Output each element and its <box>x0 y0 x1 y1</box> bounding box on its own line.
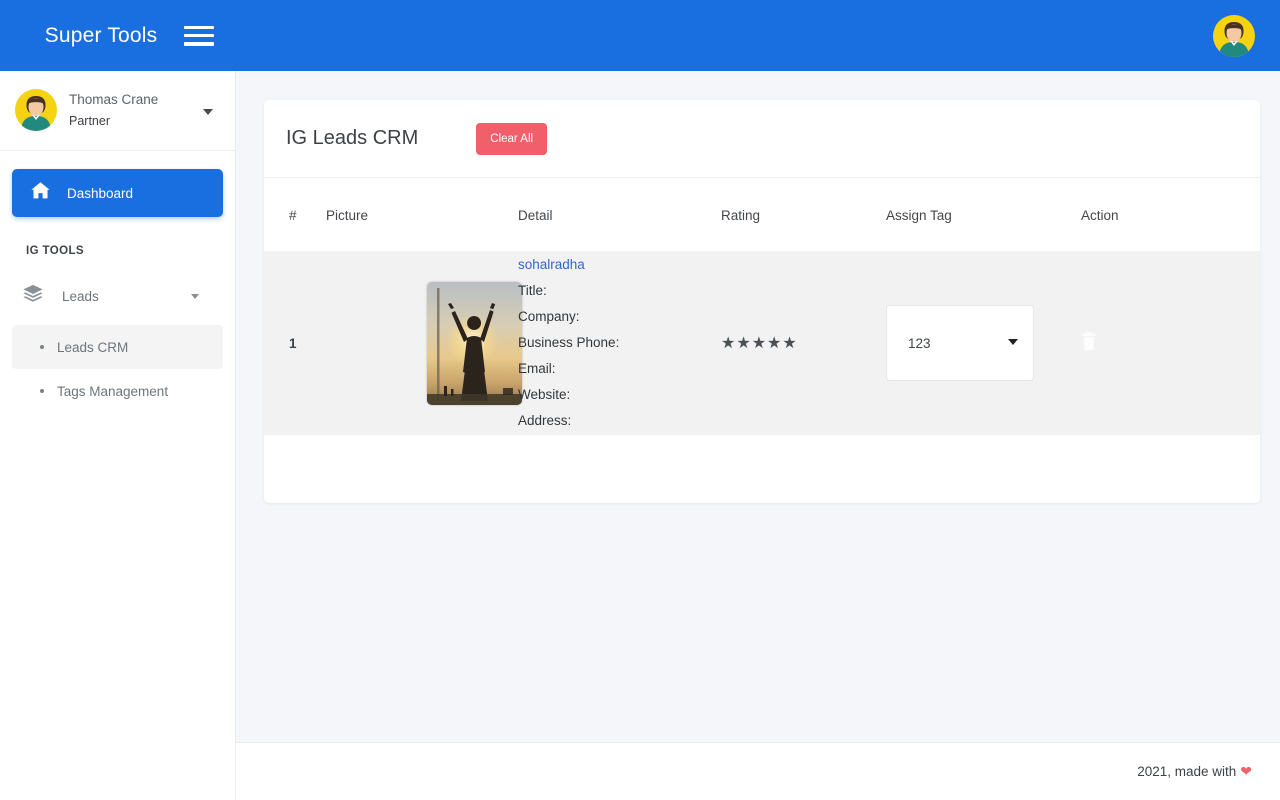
column-header-action: Action <box>1081 208 1119 223</box>
sidebar-subitem-label: Tags Management <box>57 383 169 399</box>
sidebar-group-label: Leads <box>62 288 99 304</box>
sidebar-item-leads-crm[interactable]: Leads CRM <box>12 325 223 369</box>
footer-text: 2021, made with <box>1137 764 1237 779</box>
chevron-down-icon[interactable] <box>191 294 199 299</box>
leads-table: # Picture Detail Rating Assign Tag Actio… <box>264 178 1260 435</box>
lead-thumbnail[interactable] <box>427 281 522 405</box>
sidebar-section-title: IG TOOLS <box>26 245 84 257</box>
page-title: IG Leads CRM <box>286 127 419 149</box>
sidebar: Thomas Crane Partner Dashboard IG TOOLS <box>0 71 236 800</box>
assign-tag-select[interactable]: 123 <box>886 305 1034 381</box>
cell-picture <box>326 251 522 435</box>
cell-rating: ★★★★★ <box>721 251 886 435</box>
profile-avatar <box>14 88 58 132</box>
topbar-right-region <box>236 0 1280 71</box>
cell-action <box>1081 251 1260 435</box>
avatar-icon <box>15 89 57 131</box>
hamburger-bar-3 <box>184 42 214 46</box>
lead-title-label: Title: <box>518 282 547 298</box>
bullet-icon <box>40 389 44 393</box>
layers-icon <box>22 283 44 310</box>
cell-detail: sohalradha Title: Company: Business Phon… <box>518 251 721 435</box>
hamburger-menu-icon[interactable] <box>184 23 214 49</box>
profile-name: Thomas Crane <box>69 91 159 107</box>
table-header-row: # Picture Detail Rating Assign Tag Actio… <box>264 178 1260 251</box>
card-header: IG Leads CRM Clear All <box>264 100 1260 178</box>
column-header-rating: Rating <box>721 208 761 223</box>
cell-assign-tag: 123 <box>886 251 1081 435</box>
lead-phone-label: Business Phone: <box>518 334 620 350</box>
main-content: IG Leads CRM Clear All # Picture Detail … <box>236 71 1280 742</box>
leads-crm-card: IG Leads CRM Clear All # Picture Detail … <box>264 100 1260 503</box>
sidebar-item-dashboard[interactable]: Dashboard <box>12 169 223 217</box>
heart-icon: ❤ <box>1240 763 1252 779</box>
app-brand-title: Super Tools <box>44 23 158 47</box>
sidebar-item-label: Dashboard <box>67 185 134 201</box>
sidebar-item-tags-management[interactable]: Tags Management <box>12 369 223 413</box>
lead-company-label: Company: <box>518 308 580 324</box>
cell-index: 1 <box>289 335 297 351</box>
column-header-index: # <box>289 208 297 223</box>
avatar-icon <box>1213 14 1255 57</box>
user-avatar[interactable] <box>1212 14 1256 58</box>
footer: 2021, made with ❤ <box>236 742 1280 800</box>
lead-website-label: Website: <box>518 387 571 403</box>
profile-info: Thomas Crane Partner <box>69 90 158 131</box>
hamburger-bar-2 <box>184 33 214 38</box>
lead-detail: sohalradha Title: Company: Business Phon… <box>518 252 721 434</box>
bullet-icon <box>40 345 44 349</box>
table-row: 1 sohalradha Title: Company: Business Ph… <box>264 251 1260 435</box>
lead-photo <box>427 281 522 405</box>
sidebar-subnav: Leads CRM Tags Management <box>0 325 235 413</box>
sidebar-profile[interactable]: Thomas Crane Partner <box>0 71 235 151</box>
profile-role: Partner <box>69 114 110 129</box>
home-icon <box>30 180 51 206</box>
lead-address-label: Address: <box>518 413 572 429</box>
lead-handle-link[interactable]: sohalradha <box>518 252 721 278</box>
rating-stars[interactable]: ★★★★★ <box>721 333 886 353</box>
brand-block: Super Tools <box>0 0 236 71</box>
clear-all-button[interactable]: Clear All <box>476 122 548 155</box>
top-navbar: Super Tools <box>0 0 1280 71</box>
column-header-assign-tag: Assign Tag <box>886 208 952 223</box>
table-head: # Picture Detail Rating Assign Tag Actio… <box>264 178 1260 251</box>
trash-icon <box>1082 332 1096 350</box>
assign-tag-wrap: 123 <box>886 305 1034 381</box>
hamburger-bar-1 <box>184 25 214 29</box>
chevron-down-icon[interactable] <box>203 109 213 115</box>
leads-table-wrap: # Picture Detail Rating Assign Tag Actio… <box>264 178 1260 435</box>
sidebar-subitem-label: Leads CRM <box>57 339 129 355</box>
sidebar-group-leads[interactable]: Leads <box>0 273 235 319</box>
table-body: 1 sohalradha Title: Company: Business Ph… <box>264 251 1260 435</box>
column-header-detail: Detail <box>518 208 553 223</box>
delete-lead-button[interactable] <box>1081 332 1097 354</box>
lead-email-label: Email: <box>518 361 556 377</box>
sidebar-nav: Dashboard IG TOOLS Leads Leads CRM Tags <box>0 151 235 413</box>
column-header-picture: Picture <box>326 208 369 223</box>
